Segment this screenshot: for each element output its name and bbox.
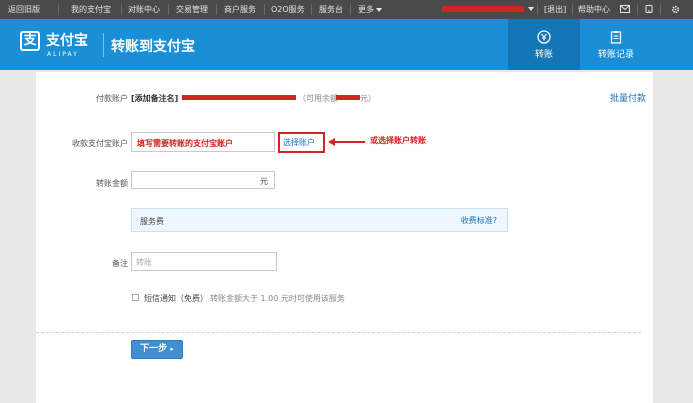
nav-service-desk[interactable]: 服务台 xyxy=(319,4,343,15)
sms-notify-checkbox[interactable] xyxy=(132,294,139,301)
tab-transfer-label: 转账 xyxy=(534,50,553,60)
memo-placeholder: 转账 xyxy=(136,258,152,267)
select-account-label: 选择账户 xyxy=(283,138,315,147)
amount-unit: 元 xyxy=(260,177,268,186)
form-divider xyxy=(36,332,641,333)
nav-merchant[interactable]: 商户服务 xyxy=(224,4,256,15)
mail-icon[interactable] xyxy=(620,5,630,13)
nav-separator xyxy=(168,4,169,15)
page-title: 转账到支付宝 xyxy=(111,39,195,55)
chevron-down-icon xyxy=(376,7,382,12)
sms-notify-note: 转账金额大于 1.00 元时可使用该服务 xyxy=(210,294,345,303)
batch-pay-link[interactable]: 批量付款 xyxy=(610,91,646,104)
service-fee-panel: 服务费 收费标准? xyxy=(131,208,508,232)
next-step-label: 下一步 xyxy=(140,344,168,354)
user-dropdown[interactable] xyxy=(526,4,534,13)
nav-separator xyxy=(121,4,122,15)
memo-input[interactable]: 转账 xyxy=(131,252,277,271)
payee-account-input[interactable]: 填写需要转账的支付宝账户 xyxy=(131,132,275,152)
payer-alias-link[interactable]: [添加备注名] xyxy=(131,93,178,104)
chevron-down-icon xyxy=(528,6,534,11)
nav-separator xyxy=(216,4,217,15)
chevron-right-icon: ▸ xyxy=(170,345,174,353)
next-step-button[interactable]: 下一步 ▸ xyxy=(131,340,183,359)
nav-more-label: 更多 xyxy=(358,5,374,14)
tab-transfer-records[interactable]: 转账记录 xyxy=(580,19,652,70)
alipay-logo-icon: 支 xyxy=(20,31,40,51)
amount-label: 转账金额 xyxy=(96,179,128,188)
fee-label: 服务费 xyxy=(140,217,164,226)
nav-separator xyxy=(572,4,573,15)
balance-suffix: 元） xyxy=(360,94,376,103)
sms-notify-label: 短信通知（免费） xyxy=(144,294,208,303)
redacted-balance xyxy=(336,95,360,100)
nav-separator xyxy=(537,4,538,15)
nav-my-alipay[interactable]: 我的支付宝 xyxy=(71,4,111,15)
nav-separator xyxy=(58,4,59,15)
balance-prefix: （可用余额 xyxy=(298,94,338,103)
nav-transactions[interactable]: 交易管理 xyxy=(176,4,208,15)
tab-transfer[interactable]: 转账 xyxy=(508,19,580,70)
amount-input[interactable]: 元 xyxy=(131,171,275,189)
transfer-form-card: 付款账户 [添加备注名] （可用余额 元） 批量付款 收款支付宝账户 填写需要转… xyxy=(36,72,653,403)
header-divider xyxy=(103,33,104,57)
clipboard-icon xyxy=(610,31,622,44)
payee-hint-text: 填写需要转账的支付宝账户 xyxy=(137,139,233,148)
nav-separator xyxy=(311,4,312,15)
nav-separator xyxy=(660,4,661,15)
logout-link[interactable]: [退出] xyxy=(544,4,566,15)
nav-reconciliation[interactable]: 对账中心 xyxy=(128,4,160,15)
gear-icon[interactable] xyxy=(671,5,680,14)
logo-text: 支付宝 xyxy=(46,33,88,49)
arrow-left-icon xyxy=(328,138,365,146)
yuan-circle-icon xyxy=(537,30,551,44)
page-header: 支 支付宝 ALIPAY 转账到支付宝 转账 转账记录 xyxy=(0,19,693,70)
fee-standard-link[interactable]: 收费标准? xyxy=(461,215,497,226)
logo-subtext: ALIPAY xyxy=(47,51,79,58)
nav-separator xyxy=(637,4,638,15)
payee-label: 收款支付宝账户 xyxy=(72,139,128,148)
help-center-link[interactable]: 帮助中心 xyxy=(578,4,610,15)
redacted-username[interactable] xyxy=(442,6,524,12)
nav-more[interactable]: 更多 xyxy=(358,4,382,15)
payer-label: 付款账户 xyxy=(96,94,128,103)
nav-o2o[interactable]: O2O服务 xyxy=(271,4,305,15)
top-nav-bar: 返回旧版 我的支付宝 对账中心 交易管理 商户服务 O2O服务 服务台 更多 [… xyxy=(0,0,693,19)
tab-records-label: 转账记录 xyxy=(597,50,634,60)
nav-back-old-version[interactable]: 返回旧版 xyxy=(8,4,40,15)
phone-icon[interactable] xyxy=(645,5,653,13)
nav-separator xyxy=(350,4,351,15)
select-account-button[interactable]: 选择账户 xyxy=(278,132,325,153)
select-account-annotation: 或选择账户转账 xyxy=(370,136,426,145)
redacted-account xyxy=(182,95,296,100)
memo-label: 备注 xyxy=(112,259,128,268)
nav-separator xyxy=(264,4,265,15)
